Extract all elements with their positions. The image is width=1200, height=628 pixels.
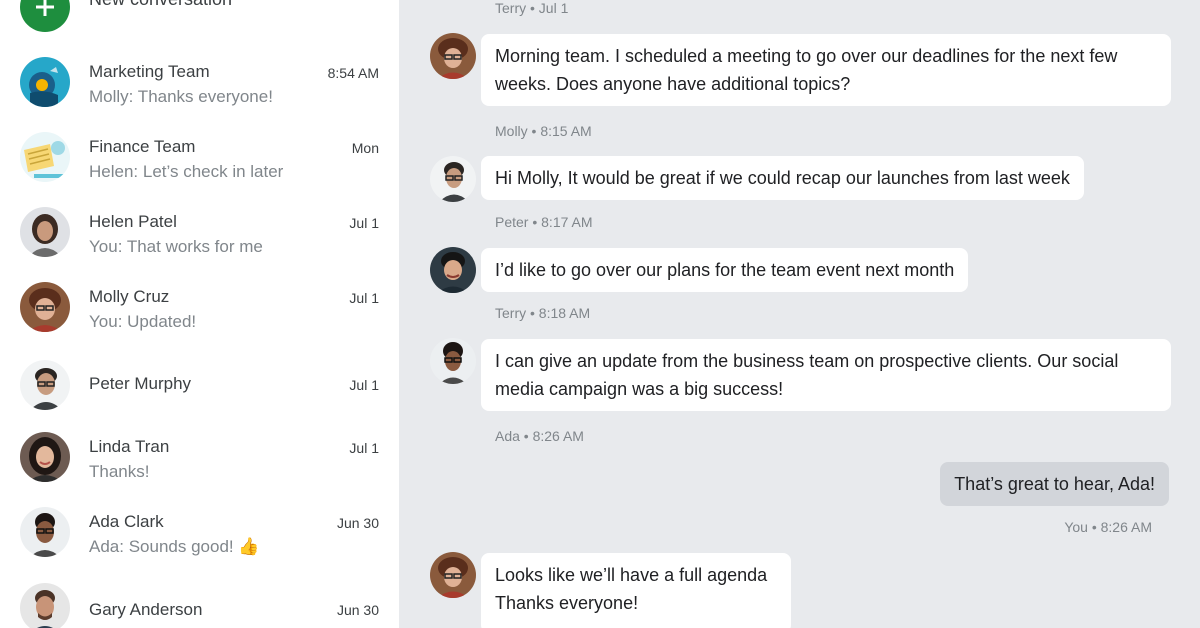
conversation-snippet: Helen: Let’s check in later (89, 162, 284, 181)
message-bubble: I’d like to go over our plans for the te… (481, 248, 969, 292)
conversation-snippet: Molly: Thanks everyone! (89, 87, 273, 106)
avatar (20, 583, 70, 628)
conversation-name: Helen Patel (89, 212, 177, 231)
message-bubble: Morning team. I scheduled a meeting to g… (481, 34, 1171, 106)
message-meta: You • 8:26 AM (1064, 519, 1152, 535)
message-meta: Molly • 8:15 AM (495, 123, 592, 139)
conversation-name: Ada Clark (89, 512, 164, 531)
avatar (20, 507, 70, 557)
outgoing-message-bubble: That’s great to hear, Ada! (940, 462, 1169, 506)
conversation-item-helen-patel[interactable]: Helen Patel You: That works for me Jul 1 (0, 197, 399, 269)
avatar (430, 338, 476, 384)
new-conversation-label: New conversation (89, 0, 232, 10)
avatar (430, 552, 476, 598)
conversation-name: Peter Murphy (89, 374, 192, 393)
conversation-time: 8:54 AM (327, 65, 379, 81)
conversation-time: Mon (351, 140, 379, 156)
conversation-time: Jul 1 (349, 440, 379, 456)
conversation-list: New conversation Marketing Team Molly: T… (0, 0, 399, 628)
avatar (430, 156, 476, 202)
conversation-time: Jun 30 (336, 602, 379, 618)
conversation-time: Jul 1 (349, 215, 379, 231)
avatar (20, 432, 70, 482)
conversation-name: Gary Anderson (89, 600, 203, 619)
conversation-snippet: Ada: Sounds good! 👍 (89, 537, 260, 556)
message-meta: Ada • 8:26 AM (495, 428, 584, 444)
conversation-item-marketing-team[interactable]: Marketing Team Molly: Thanks everyone! 8… (0, 47, 399, 119)
conversation-item-molly-cruz[interactable]: Molly Cruz You: Updated! Jul 1 (0, 272, 399, 344)
conversation-name: Molly Cruz (89, 287, 170, 306)
message-meta: Terry • 8:18 AM (495, 305, 591, 321)
avatar (20, 360, 70, 410)
conversation-time: Jun 30 (336, 515, 379, 531)
message-bubble: Looks like we’ll have a full agenda Than… (481, 553, 791, 628)
group-avatar (20, 132, 70, 182)
add-icon (20, 0, 70, 32)
conversation-item-finance-team[interactable]: Finance Team Helen: Let’s check in later… (0, 122, 399, 194)
conversation-item-gary-anderson[interactable]: Gary Anderson Jun 30 (0, 572, 399, 628)
avatar (430, 247, 476, 293)
conversation-item-peter-murphy[interactable]: Peter Murphy Jul 1 (0, 347, 399, 419)
conversation-snippet: You: That works for me (89, 237, 263, 256)
message-meta: Terry • Jul 1 (495, 0, 569, 16)
conversation-snippet: You: Updated! (89, 312, 197, 331)
chat-pane: Terry • Jul 1 Morning team. I scheduled … (399, 0, 1200, 628)
conversation-item-linda-tran[interactable]: Linda Tran Thanks! Jul 1 (0, 422, 399, 494)
conversation-name: Linda Tran (89, 437, 170, 456)
conversation-time: Jul 1 (349, 377, 379, 393)
conversation-snippet: Thanks! (89, 462, 150, 481)
message-bubble: I can give an update from the business t… (481, 339, 1171, 411)
conversation-name: Finance Team (89, 137, 196, 156)
message-meta: Peter • 8:17 AM (495, 214, 593, 230)
conversation-item-ada-clark[interactable]: Ada Clark Ada: Sounds good! 👍 Jun 30 (0, 497, 399, 569)
conversation-name: Marketing Team (89, 62, 210, 81)
avatar (20, 207, 70, 257)
avatar (430, 33, 476, 79)
message-bubble: Hi Molly, It would be great if we could … (481, 156, 1084, 200)
group-avatar (20, 57, 70, 107)
avatar (20, 282, 70, 332)
new-conversation-button[interactable]: New conversation (20, 0, 232, 32)
conversation-time: Jul 1 (349, 290, 379, 306)
